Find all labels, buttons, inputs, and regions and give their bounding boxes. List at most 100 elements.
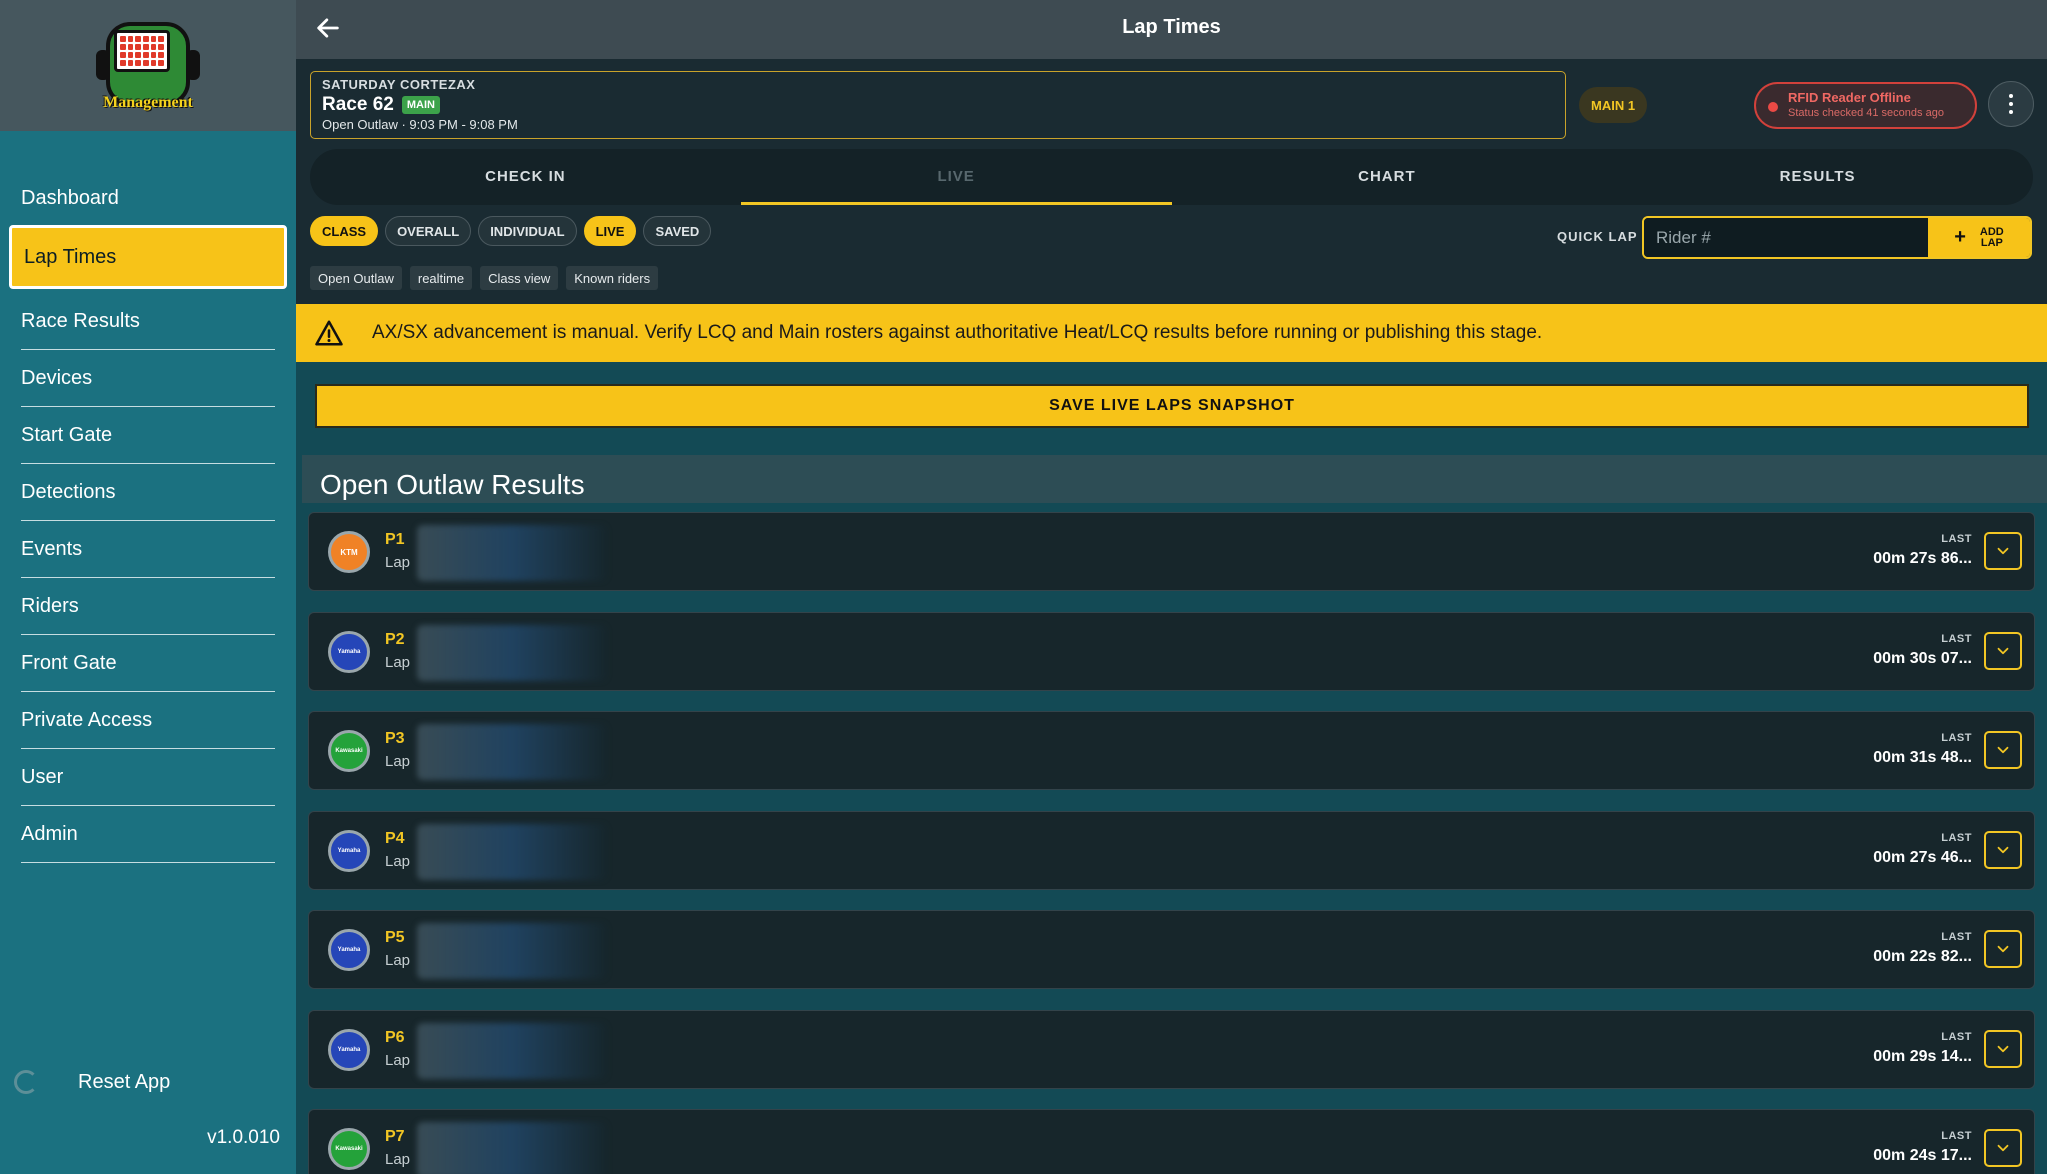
sidebar-item-race-results[interactable]: Race Results	[21, 293, 275, 350]
redacted-rider-name	[417, 1122, 607, 1174]
stage-chip[interactable]: MAIN 1	[1579, 87, 1648, 123]
rider-lap-label: Lap	[385, 1151, 411, 1168]
rider-position: P3	[385, 730, 405, 747]
add-lap-label: ADD LAP	[1979, 225, 2004, 249]
sidebar-item-start-gate[interactable]: Start Gate	[21, 407, 275, 464]
expand-row-button[interactable]	[1984, 532, 2022, 570]
rider-number-input[interactable]	[1644, 218, 1928, 257]
refresh-icon	[14, 1070, 38, 1094]
race-type-badge: MAIN	[401, 96, 440, 114]
rider-position: P7	[385, 1128, 405, 1145]
redacted-rider-name	[417, 624, 607, 681]
race-card[interactable]: SATURDAY CORTEZAX Race 62 MAIN Open Outl…	[310, 71, 1566, 139]
last-lap-label: LAST	[1941, 732, 1972, 744]
filter-live[interactable]: LIVE	[583, 216, 637, 246]
warning-text: AX/SX advancement is manual. Verify LCQ …	[372, 322, 1543, 343]
sidebar-item-lap-times[interactable]: Lap Times	[9, 225, 287, 289]
last-lap-time: 00m 29s 14...	[1873, 1047, 1972, 1065]
sidebar-item-front-gate[interactable]: Front Gate	[21, 635, 275, 692]
expand-row-button[interactable]	[1984, 631, 2022, 670]
rider-row[interactable]: Yamaha P4 Lap LAST 00m 27s 46...	[308, 810, 2035, 890]
sidebar-item-admin[interactable]: Admin	[21, 806, 275, 863]
tab-results[interactable]: RESULTS	[1602, 149, 2033, 205]
chevron-down-icon	[1997, 1144, 2009, 1152]
sidebar-item-riders[interactable]: Riders	[21, 578, 275, 635]
warning-banner: AX/SX advancement is manual. Verify LCQ …	[296, 304, 2047, 362]
reset-app-label: Reset App	[78, 1070, 171, 1093]
more-options-icon[interactable]	[1988, 81, 2034, 127]
sidebar-item-user[interactable]: User	[21, 749, 275, 806]
filter-overall[interactable]: OVERALL	[385, 216, 472, 246]
filter-individual[interactable]: INDIVIDUAL	[478, 216, 577, 246]
logo-area: Management	[0, 0, 296, 131]
rider-lap-label: Lap	[385, 1051, 411, 1069]
reset-app-button[interactable]: Reset App	[14, 1070, 170, 1094]
last-lap-time: 00m 31s 48...	[1873, 749, 1972, 766]
tag-view: Class view	[480, 266, 559, 290]
filter-class[interactable]: CLASS	[310, 216, 379, 246]
rider-position: P4	[385, 829, 405, 847]
sidebar-item-dashboard[interactable]: Dashboard	[21, 171, 275, 225]
save-snapshot-button[interactable]: SAVE LIVE LAPS SNAPSHOT	[315, 384, 2029, 428]
rider-row[interactable]: Yamaha P6 Lap LAST 00m 29s 14...	[308, 1009, 2035, 1089]
warning-icon	[315, 320, 343, 346]
sidebar-item-private-access[interactable]: Private Access	[21, 692, 275, 749]
sidebar-item-detections[interactable]: Detections	[21, 464, 275, 521]
brand-badge-icon: Yamaha	[328, 929, 370, 971]
brand-badge-icon: Kawasaki	[328, 730, 370, 772]
sidebar-item-events[interactable]: Events	[21, 521, 275, 578]
brand-badge-icon: Yamaha	[328, 1028, 370, 1071]
last-lap-label: LAST	[1941, 533, 1972, 545]
tag-mode: realtime	[409, 266, 473, 290]
race-header: SATURDAY CORTEZAX Race 62 MAIN Open Outl…	[296, 59, 2047, 304]
last-lap-time: 00m 27s 86...	[1873, 550, 1972, 567]
page-title: Lap Times	[1122, 16, 1221, 38]
tag-class: Open Outlaw	[310, 266, 402, 290]
tag-riders: Known riders	[566, 266, 659, 290]
redacted-rider-name	[417, 823, 607, 880]
rider-row[interactable]: Yamaha P2 Lap LAST 00m 30s 07...	[308, 611, 2035, 691]
last-lap-time: 00m 27s 46...	[1873, 848, 1972, 866]
rider-position: P1	[385, 531, 405, 548]
tab-check-in[interactable]: CHECK IN	[310, 149, 741, 205]
chevron-down-icon	[1997, 547, 2009, 555]
filter-saved[interactable]: SAVED	[643, 216, 712, 246]
rider-row[interactable]: Kawasaki P7 Lap LAST 00m 24s 17...	[308, 1109, 2035, 1174]
sidebar-item-devices[interactable]: Devices	[21, 350, 275, 407]
race-event-name: SATURDAY CORTEZAX	[322, 77, 476, 92]
rider-row[interactable]: KTM P1 Lap LAST 00m 27s 86...	[308, 512, 2035, 591]
rider-position: P6	[385, 1028, 405, 1046]
last-lap-time: 00m 30s 07...	[1873, 649, 1972, 667]
tab-live[interactable]: LIVE	[740, 149, 1172, 205]
tab-chart[interactable]: CHART	[1172, 149, 1603, 205]
rider-lap-label: Lap	[385, 554, 411, 571]
expand-row-button[interactable]	[1984, 731, 2022, 769]
plus-icon: +	[1954, 226, 1966, 248]
filter-pills: CLASS OVERALL INDIVIDUAL LIVE SAVED	[310, 216, 712, 246]
last-lap-time: 00m 22s 82...	[1873, 948, 1972, 965]
rider-row[interactable]: Kawasaki P3 Lap LAST 00m 31s 48...	[308, 711, 2035, 790]
expand-row-button[interactable]	[1984, 1029, 2022, 1068]
expand-row-button[interactable]	[1984, 930, 2022, 968]
add-lap-button[interactable]: + ADD LAP	[1928, 218, 2030, 257]
last-lap-label: LAST	[1941, 1030, 1972, 1043]
results-title: Open Outlaw Results	[302, 455, 2047, 503]
topbar: Lap Times	[296, 0, 2047, 59]
brand-badge-icon: Yamaha	[328, 829, 370, 872]
rider-lap-label: Lap	[385, 952, 411, 969]
chevron-down-icon	[1997, 647, 2009, 654]
sidebar: Management Dashboard Lap Times Race Resu…	[0, 0, 296, 1174]
context-tags: Open Outlaw realtime Class view Known ri…	[310, 266, 659, 290]
expand-row-button[interactable]	[1984, 1129, 2022, 1167]
rfid-status[interactable]: RFID Reader Offline Status checked 41 se…	[1754, 82, 1977, 129]
rider-row[interactable]: Yamaha P5 Lap LAST 00m 22s 82...	[308, 910, 2035, 989]
expand-row-button[interactable]	[1984, 830, 2022, 869]
redacted-rider-name	[417, 525, 607, 581]
status-dot-icon	[1768, 102, 1778, 112]
rider-lap-label: Lap	[385, 653, 411, 671]
last-lap-label: LAST	[1941, 831, 1972, 844]
redacted-rider-name	[417, 1022, 607, 1079]
rider-lap-label: Lap	[385, 852, 411, 870]
rider-position: P5	[385, 929, 405, 946]
quick-lap-label: QUICK LAP	[1557, 229, 1638, 244]
